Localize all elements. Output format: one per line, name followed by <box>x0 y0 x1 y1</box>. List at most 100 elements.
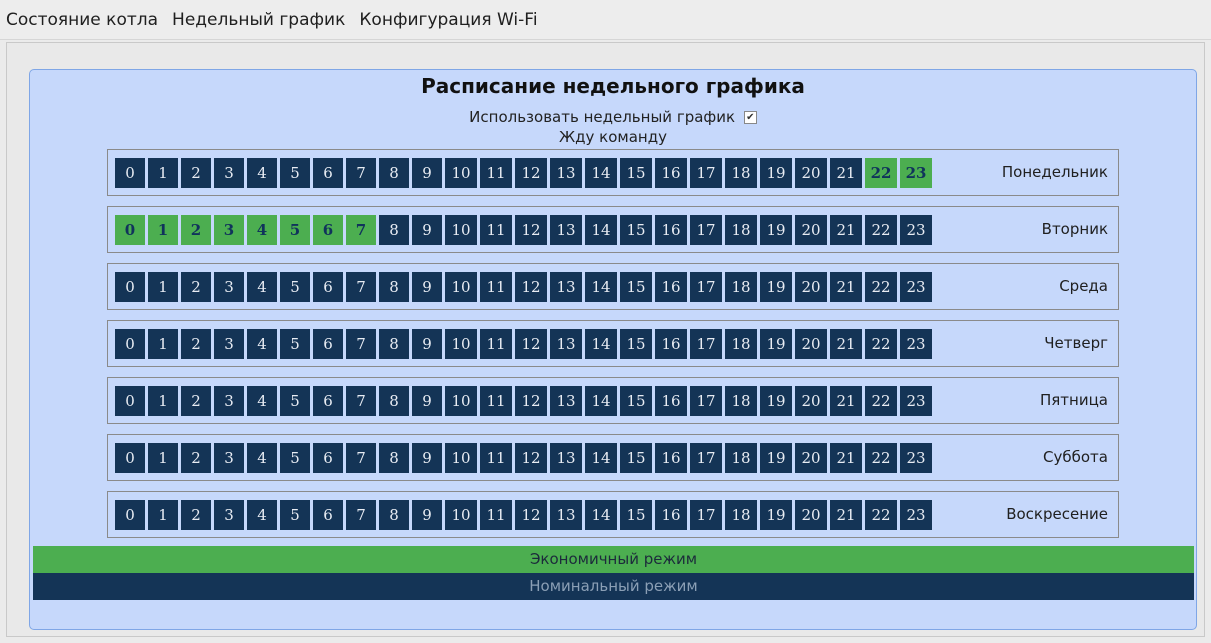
hour-cell[interactable]: 20 <box>795 443 827 473</box>
hour-cell[interactable]: 4 <box>247 272 277 302</box>
hour-cell[interactable]: 7 <box>346 272 376 302</box>
hour-cell[interactable]: 14 <box>585 443 617 473</box>
hour-cell[interactable]: 6 <box>313 500 343 530</box>
hour-cell[interactable]: 10 <box>445 215 477 245</box>
hour-cell[interactable]: 22 <box>865 386 897 416</box>
hour-cell[interactable]: 16 <box>655 215 687 245</box>
hour-cell[interactable]: 15 <box>620 272 652 302</box>
hour-cell[interactable]: 19 <box>760 386 792 416</box>
hour-cell[interactable]: 18 <box>725 386 757 416</box>
hour-cell[interactable]: 16 <box>655 500 687 530</box>
hour-cell[interactable]: 12 <box>515 500 547 530</box>
hour-cell[interactable]: 22 <box>865 215 897 245</box>
hour-cell[interactable]: 6 <box>313 329 343 359</box>
hour-cell[interactable]: 2 <box>181 158 211 188</box>
hour-cell[interactable]: 7 <box>346 443 376 473</box>
hour-cell[interactable]: 19 <box>760 215 792 245</box>
hour-cell[interactable]: 21 <box>830 386 862 416</box>
hour-cell[interactable]: 18 <box>725 500 757 530</box>
hour-cell[interactable]: 23 <box>900 272 932 302</box>
hour-cell[interactable]: 2 <box>181 386 211 416</box>
hour-cell[interactable]: 0 <box>115 215 145 245</box>
hour-cell[interactable]: 12 <box>515 215 547 245</box>
hour-cell[interactable]: 11 <box>480 443 512 473</box>
hour-cell[interactable]: 5 <box>280 215 310 245</box>
hour-cell[interactable]: 4 <box>247 215 277 245</box>
hour-cell[interactable]: 18 <box>725 158 757 188</box>
hour-cell[interactable]: 6 <box>313 158 343 188</box>
hour-cell[interactable]: 3 <box>214 158 244 188</box>
hour-cell[interactable]: 14 <box>585 329 617 359</box>
hour-cell[interactable]: 22 <box>865 500 897 530</box>
hour-cell[interactable]: 17 <box>690 158 722 188</box>
hour-cell[interactable]: 18 <box>725 272 757 302</box>
hour-cell[interactable]: 22 <box>865 158 897 188</box>
hour-cell[interactable]: 2 <box>181 500 211 530</box>
hour-cell[interactable]: 22 <box>865 272 897 302</box>
hour-cell[interactable]: 0 <box>115 443 145 473</box>
hour-cell[interactable]: 1 <box>148 386 178 416</box>
hour-cell[interactable]: 3 <box>214 386 244 416</box>
hour-cell[interactable]: 16 <box>655 443 687 473</box>
hour-cell[interactable]: 19 <box>760 272 792 302</box>
hour-cell[interactable]: 4 <box>247 386 277 416</box>
hour-cell[interactable]: 23 <box>900 443 932 473</box>
hour-cell[interactable]: 12 <box>515 386 547 416</box>
hour-cell[interactable]: 16 <box>655 272 687 302</box>
hour-cell[interactable]: 11 <box>480 500 512 530</box>
hour-cell[interactable]: 5 <box>280 443 310 473</box>
hour-cell[interactable]: 1 <box>148 215 178 245</box>
hour-cell[interactable]: 18 <box>725 329 757 359</box>
hour-cell[interactable]: 23 <box>900 158 932 188</box>
hour-cell[interactable]: 8 <box>379 500 409 530</box>
hour-cell[interactable]: 14 <box>585 500 617 530</box>
hour-cell[interactable]: 6 <box>313 272 343 302</box>
hour-cell[interactable]: 0 <box>115 158 145 188</box>
hour-cell[interactable]: 14 <box>585 158 617 188</box>
hour-cell[interactable]: 9 <box>412 215 442 245</box>
hour-cell[interactable]: 16 <box>655 329 687 359</box>
hour-cell[interactable]: 10 <box>445 443 477 473</box>
hour-cell[interactable]: 21 <box>830 215 862 245</box>
hour-cell[interactable]: 12 <box>515 443 547 473</box>
hour-cell[interactable]: 23 <box>900 386 932 416</box>
hour-cell[interactable]: 17 <box>690 386 722 416</box>
hour-cell[interactable]: 13 <box>550 272 582 302</box>
hour-cell[interactable]: 20 <box>795 158 827 188</box>
hour-cell[interactable]: 0 <box>115 272 145 302</box>
hour-cell[interactable]: 12 <box>515 158 547 188</box>
hour-cell[interactable]: 21 <box>830 272 862 302</box>
hour-cell[interactable]: 10 <box>445 158 477 188</box>
hour-cell[interactable]: 8 <box>379 158 409 188</box>
hour-cell[interactable]: 7 <box>346 158 376 188</box>
hour-cell[interactable]: 0 <box>115 329 145 359</box>
hour-cell[interactable]: 8 <box>379 272 409 302</box>
hour-cell[interactable]: 21 <box>830 443 862 473</box>
hour-cell[interactable]: 21 <box>830 500 862 530</box>
hour-cell[interactable]: 15 <box>620 500 652 530</box>
hour-cell[interactable]: 15 <box>620 443 652 473</box>
hour-cell[interactable]: 2 <box>181 329 211 359</box>
hour-cell[interactable]: 1 <box>148 158 178 188</box>
hour-cell[interactable]: 23 <box>900 329 932 359</box>
hour-cell[interactable]: 19 <box>760 443 792 473</box>
hour-cell[interactable]: 18 <box>725 215 757 245</box>
hour-cell[interactable]: 17 <box>690 272 722 302</box>
hour-cell[interactable]: 17 <box>690 215 722 245</box>
hour-cell[interactable]: 10 <box>445 329 477 359</box>
hour-cell[interactable]: 9 <box>412 443 442 473</box>
hour-cell[interactable]: 2 <box>181 215 211 245</box>
hour-cell[interactable]: 11 <box>480 272 512 302</box>
hour-cell[interactable]: 20 <box>795 500 827 530</box>
hour-cell[interactable]: 16 <box>655 158 687 188</box>
hour-cell[interactable]: 11 <box>480 329 512 359</box>
hour-cell[interactable]: 6 <box>313 215 343 245</box>
hour-cell[interactable]: 23 <box>900 215 932 245</box>
hour-cell[interactable]: 20 <box>795 215 827 245</box>
hour-cell[interactable]: 15 <box>620 386 652 416</box>
hour-cell[interactable]: 20 <box>795 386 827 416</box>
hour-cell[interactable]: 3 <box>214 329 244 359</box>
hour-cell[interactable]: 19 <box>760 158 792 188</box>
hour-cell[interactable]: 6 <box>313 443 343 473</box>
hour-cell[interactable]: 21 <box>830 158 862 188</box>
